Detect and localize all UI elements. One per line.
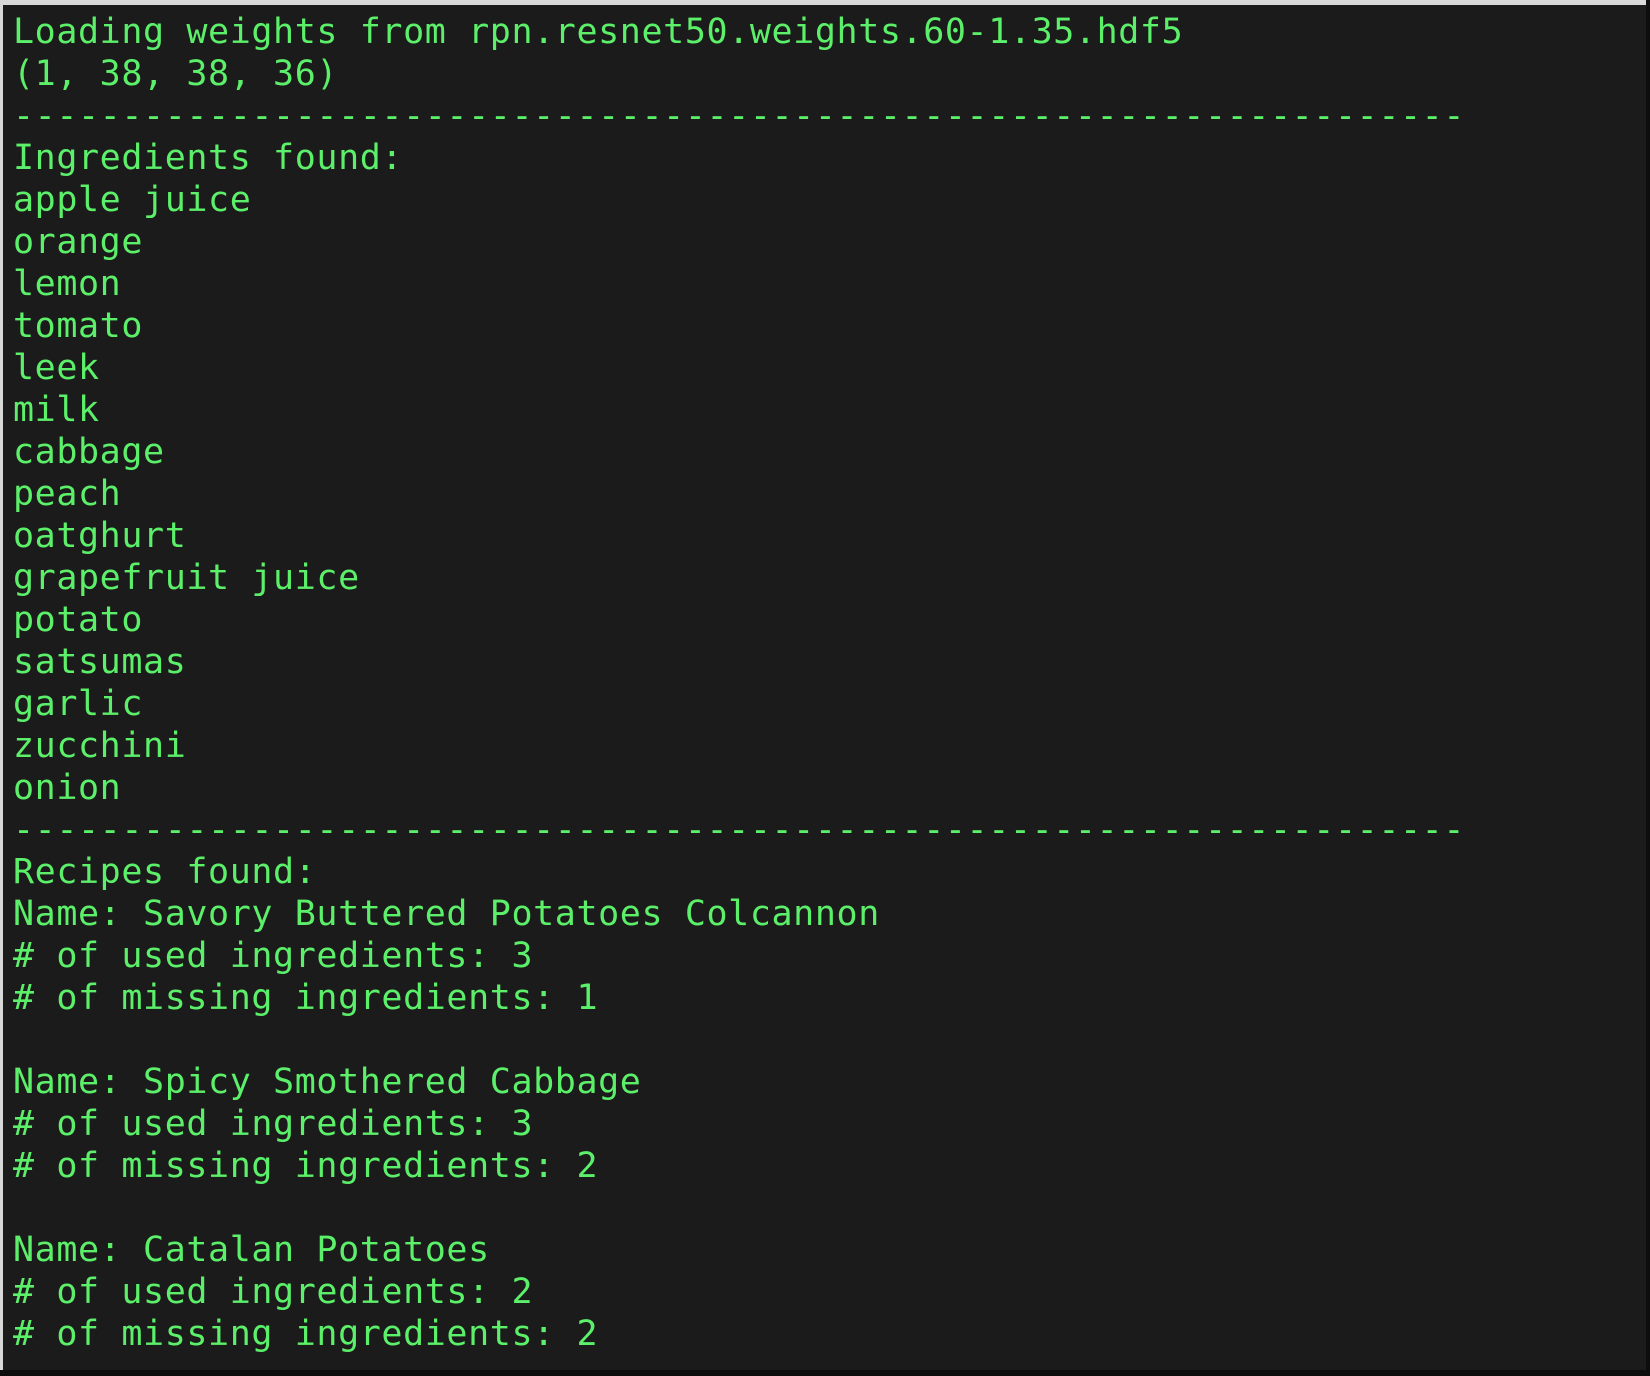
ingredient-item: apple juice xyxy=(13,180,252,220)
ingredient-item: milk xyxy=(13,390,100,430)
ingredient-item: potato xyxy=(13,600,144,640)
separator-line-top: ----------------------------------------… xyxy=(13,96,1466,136)
loading-weights-line: Loading weights from rpn.resnet50.weight… xyxy=(13,12,1184,52)
recipe-entry: Name: Savory Buttered Potatoes Colcannon… xyxy=(13,893,1646,1019)
ingredient-item: satsumas xyxy=(13,642,187,682)
tensor-shape-line: (1, 38, 38, 36) xyxy=(13,54,339,94)
recipe-entry: Name: Spicy Smothered Cabbage # of used … xyxy=(13,1061,1646,1187)
recipe-missing-count: # of missing ingredients: 1 xyxy=(13,978,599,1018)
ingredient-item: garlic xyxy=(13,684,144,724)
ingredients-header: Ingredients found: xyxy=(13,138,404,178)
recipe-used-count: # of used ingredients: 2 xyxy=(13,1272,534,1312)
ingredient-item: cabbage xyxy=(13,432,165,472)
terminal-window[interactable]: Loading weights from rpn.resnet50.weight… xyxy=(0,0,1646,1370)
ingredient-item: lemon xyxy=(13,264,122,304)
recipes-header: Recipes found: xyxy=(13,852,317,892)
recipe-used-count: # of used ingredients: 3 xyxy=(13,1104,534,1144)
ingredient-item: peach xyxy=(13,474,122,514)
ingredient-item: onion xyxy=(13,768,122,808)
recipe-name: Name: Catalan Potatoes xyxy=(13,1230,490,1270)
window-bottom-edge xyxy=(0,1370,1650,1376)
recipe-used-count: # of used ingredients: 3 xyxy=(13,936,534,976)
recipe-name: Name: Spicy Smothered Cabbage xyxy=(13,1062,642,1102)
ingredient-item: tomato xyxy=(13,306,144,346)
ingredient-item: oatghurt xyxy=(13,516,187,556)
ingredient-item: leek xyxy=(13,348,100,388)
recipe-entry: Name: Catalan Potatoes # of used ingredi… xyxy=(13,1229,1646,1355)
window-edge xyxy=(1646,0,1650,1376)
ingredient-item: orange xyxy=(13,222,144,262)
recipe-missing-count: # of missing ingredients: 2 xyxy=(13,1146,599,1186)
recipe-missing-count: # of missing ingredients: 2 xyxy=(13,1314,599,1354)
ingredient-item: zucchini xyxy=(13,726,187,766)
terminal-output: Loading weights from rpn.resnet50.weight… xyxy=(3,5,1646,1355)
ingredient-item: grapefruit juice xyxy=(13,558,360,598)
recipe-name: Name: Savory Buttered Potatoes Colcannon xyxy=(13,894,880,934)
separator-line-bottom: ----------------------------------------… xyxy=(13,810,1466,850)
